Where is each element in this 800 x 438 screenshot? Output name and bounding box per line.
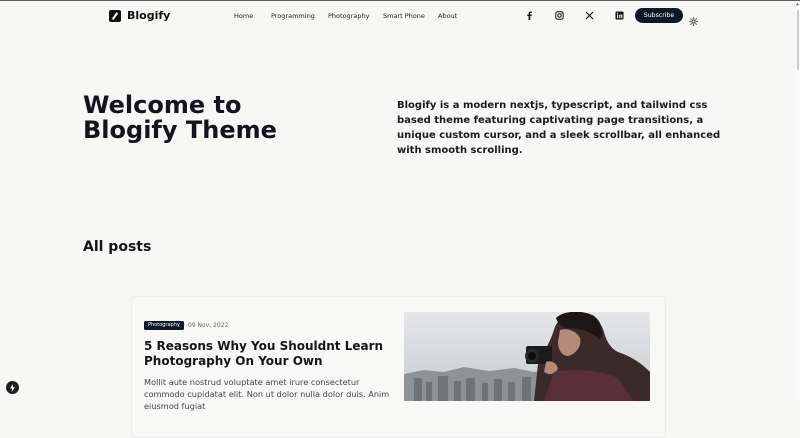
scrollbar-thumb[interactable] xyxy=(797,10,799,70)
post-date: 09 Nov, 2022 xyxy=(188,322,229,329)
logo-icon xyxy=(109,9,121,22)
category-badge[interactable]: Photography xyxy=(144,321,184,330)
hero-title-line-2: Blogify Theme xyxy=(83,116,277,144)
nav-smart-phone[interactable]: Smart Phone xyxy=(383,12,425,20)
site-header: Blogify Home Programming Photography Sma… xyxy=(0,1,800,31)
hero-title-line-1: Welcome to xyxy=(83,91,242,119)
post-title[interactable]: 5 Reasons Why You Shouldnt Learn Photogr… xyxy=(144,339,394,369)
instagram-icon[interactable] xyxy=(554,10,564,20)
hero-title: Welcome to Blogify Theme xyxy=(83,93,277,143)
subscribe-button[interactable]: Subscribe xyxy=(635,8,683,23)
facebook-icon[interactable] xyxy=(524,10,534,20)
linkedin-icon[interactable] xyxy=(614,10,624,20)
all-posts-heading: All posts xyxy=(83,239,152,255)
nav-programming[interactable]: Programming xyxy=(271,12,315,20)
site-logo[interactable]: Blogify xyxy=(109,9,170,22)
x-icon[interactable] xyxy=(584,10,594,20)
hero-description: Blogify is a modern nextjs, typescript, … xyxy=(397,100,721,156)
nav-home[interactable]: Home xyxy=(234,12,253,20)
nav-photography[interactable]: Photography xyxy=(328,12,369,20)
logo-text: Blogify xyxy=(127,9,171,22)
scroll-up-arrow-icon[interactable]: ▲ xyxy=(796,2,799,6)
nav-about[interactable]: About xyxy=(438,12,457,20)
lightning-icon[interactable] xyxy=(6,381,19,394)
post-excerpt: Mollit aute nostrud voluptate amet irure… xyxy=(144,377,390,411)
post-cover-photo[interactable] xyxy=(404,312,650,401)
sun-icon[interactable] xyxy=(689,11,699,27)
